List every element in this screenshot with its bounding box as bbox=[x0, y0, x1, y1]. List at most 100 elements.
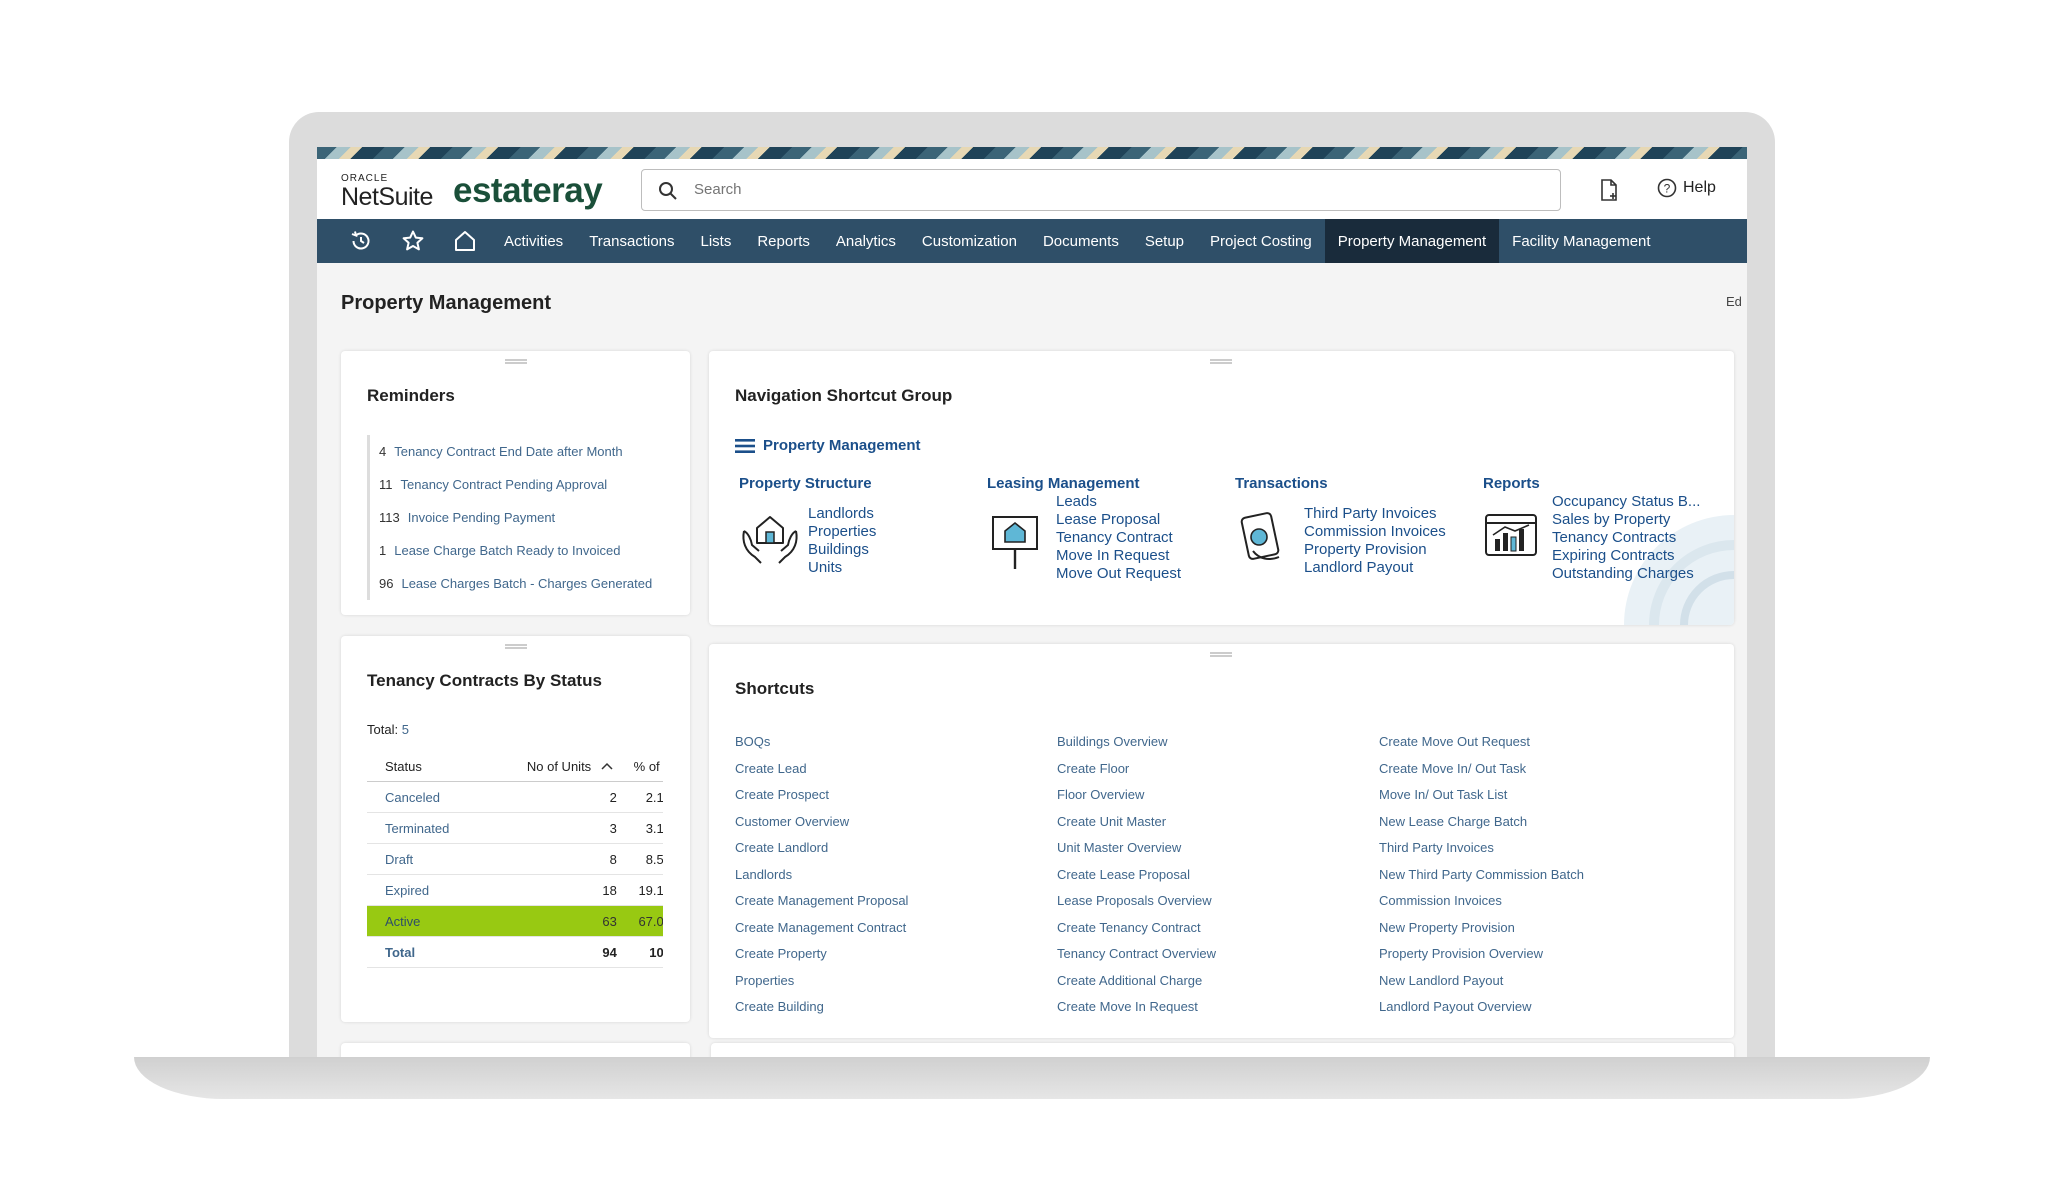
home-icon[interactable] bbox=[439, 219, 491, 263]
nsg-link[interactable]: Units bbox=[808, 559, 876, 577]
shortcut-link[interactable]: Create Unit Master bbox=[1057, 814, 1216, 841]
shortcut-link[interactable]: Customer Overview bbox=[735, 814, 908, 841]
shortcut-link[interactable]: Create Building bbox=[735, 999, 908, 1026]
nav-activities[interactable]: Activities bbox=[491, 219, 576, 263]
nsg-link[interactable]: Move In Request bbox=[1056, 547, 1181, 565]
nav-documents[interactable]: Documents bbox=[1030, 219, 1132, 263]
recent-records-icon[interactable] bbox=[335, 219, 387, 263]
table-row[interactable]: Canceled22.12 bbox=[367, 781, 663, 813]
nav-property-management[interactable]: Property Management bbox=[1324, 219, 1500, 263]
nsg-group-header[interactable]: Property Management bbox=[735, 437, 921, 454]
shortcut-link[interactable]: Create Management Proposal bbox=[735, 893, 908, 920]
nsg-link[interactable]: Sales by Property bbox=[1552, 511, 1700, 529]
shortcut-link[interactable]: Floor Overview bbox=[1057, 787, 1216, 814]
reminder-item[interactable]: 96 Lease Charges Batch - Charges Generate… bbox=[367, 567, 652, 600]
help-label: Help bbox=[1683, 179, 1716, 196]
table-row[interactable]: Draft88.51 bbox=[367, 843, 663, 875]
shortcut-link[interactable]: New Third Party Commission Batch bbox=[1379, 867, 1584, 894]
shortcuts-column-2: Buildings Overview Create Floor Floor Ov… bbox=[1057, 734, 1216, 1026]
drag-handle[interactable] bbox=[1210, 652, 1232, 657]
reminder-item[interactable]: 11 Tenancy Contract Pending Approval bbox=[367, 468, 652, 501]
shortcut-link[interactable]: Property Provision Overview bbox=[1379, 946, 1584, 973]
nsg-link[interactable]: Leads bbox=[1056, 493, 1181, 511]
shortcut-link[interactable]: Create Tenancy Contract bbox=[1057, 920, 1216, 947]
shortcut-link[interactable]: Create Lease Proposal bbox=[1057, 867, 1216, 894]
col-units[interactable]: No of Units bbox=[486, 751, 617, 782]
nsg-link[interactable]: Tenancy Contracts bbox=[1552, 529, 1700, 547]
shortcut-link[interactable]: Move In/ Out Task List bbox=[1379, 787, 1584, 814]
col-status[interactable]: Status bbox=[367, 751, 487, 782]
shortcut-link[interactable]: New Property Provision bbox=[1379, 920, 1584, 947]
nav-analytics[interactable]: Analytics bbox=[823, 219, 909, 263]
table-row-highlighted[interactable]: Active6367.02 bbox=[367, 905, 663, 937]
new-document-icon[interactable] bbox=[1599, 179, 1619, 201]
nsg-link[interactable]: Expiring Contracts bbox=[1552, 547, 1700, 565]
nav-transactions[interactable]: Transactions bbox=[576, 219, 687, 263]
estateray-logo[interactable]: estateray bbox=[453, 171, 603, 211]
col-percent[interactable]: % of T bbox=[616, 751, 663, 782]
netsuite-logo[interactable]: NetSuite bbox=[341, 183, 433, 212]
nav-setup[interactable]: Setup bbox=[1132, 219, 1197, 263]
shortcut-link[interactable]: Landlord Payout Overview bbox=[1379, 999, 1584, 1026]
shortcut-link[interactable]: Create Landlord bbox=[735, 840, 908, 867]
shortcut-link[interactable]: Create Move In/ Out Task bbox=[1379, 761, 1584, 788]
reminder-item[interactable]: 4 Tenancy Contract End Date after Month bbox=[367, 435, 652, 468]
reminder-item[interactable]: 1 Lease Charge Batch Ready to Invoiced bbox=[367, 534, 652, 567]
nsg-column-title[interactable]: Property Structure bbox=[739, 475, 872, 492]
shortcut-link[interactable]: Create Floor bbox=[1057, 761, 1216, 788]
shortcut-link[interactable]: Create Prospect bbox=[735, 787, 908, 814]
edit-layout-link[interactable]: Ed bbox=[1726, 294, 1742, 309]
shortcut-link[interactable]: New Landlord Payout bbox=[1379, 973, 1584, 1000]
tenancy-total: Total: 5 bbox=[367, 722, 409, 737]
help-button[interactable]: ? Help bbox=[1657, 178, 1716, 198]
nsg-link[interactable]: Third Party Invoices bbox=[1304, 505, 1446, 523]
laptop-base bbox=[134, 1057, 1930, 1099]
nsg-link[interactable]: Buildings bbox=[808, 541, 876, 559]
drag-handle[interactable] bbox=[505, 359, 527, 364]
drag-handle[interactable] bbox=[505, 644, 527, 649]
tenancy-total-value[interactable]: 5 bbox=[402, 722, 409, 737]
nav-customization[interactable]: Customization bbox=[909, 219, 1030, 263]
shortcut-link[interactable]: Create Property bbox=[735, 946, 908, 973]
nav-facility-management[interactable]: Facility Management bbox=[1499, 219, 1663, 263]
shortcut-link[interactable]: Unit Master Overview bbox=[1057, 840, 1216, 867]
tenancy-title: Tenancy Contracts By Status bbox=[367, 671, 602, 690]
nsg-link[interactable]: Landlord Payout bbox=[1304, 559, 1446, 577]
shortcut-link[interactable]: Commission Invoices bbox=[1379, 893, 1584, 920]
nsg-link[interactable]: Tenancy Contract bbox=[1056, 529, 1181, 547]
shortcut-link[interactable]: Landlords bbox=[735, 867, 908, 894]
nav-reports[interactable]: Reports bbox=[744, 219, 823, 263]
shortcut-link[interactable]: Lease Proposals Overview bbox=[1057, 893, 1216, 920]
shortcut-link[interactable]: Third Party Invoices bbox=[1379, 840, 1584, 867]
favorites-star-icon[interactable] bbox=[387, 219, 439, 263]
shortcut-link[interactable]: Create Additional Charge bbox=[1057, 973, 1216, 1000]
nsg-link[interactable]: Move Out Request bbox=[1056, 565, 1181, 583]
nsg-link[interactable]: Outstanding Charges bbox=[1552, 565, 1700, 583]
shortcut-link[interactable]: Create Lead bbox=[735, 761, 908, 788]
nav-lists[interactable]: Lists bbox=[688, 219, 745, 263]
nsg-column-title[interactable]: Transactions bbox=[1235, 475, 1328, 492]
shortcut-link[interactable]: Properties bbox=[735, 973, 908, 1000]
shortcut-link[interactable]: Create Move In Request bbox=[1057, 999, 1216, 1026]
nsg-column-title[interactable]: Reports bbox=[1483, 475, 1540, 492]
nsg-link[interactable]: Properties bbox=[808, 523, 876, 541]
global-search[interactable] bbox=[641, 169, 1561, 211]
shortcut-link[interactable]: Buildings Overview bbox=[1057, 734, 1216, 761]
nsg-link[interactable]: Commission Invoices bbox=[1304, 523, 1446, 541]
shortcut-link[interactable]: New Lease Charge Batch bbox=[1379, 814, 1584, 841]
table-row[interactable]: Terminated33.19 bbox=[367, 812, 663, 844]
search-input[interactable] bbox=[692, 180, 1516, 199]
drag-handle[interactable] bbox=[1210, 359, 1232, 364]
nav-project-costing[interactable]: Project Costing bbox=[1197, 219, 1325, 263]
shortcut-link[interactable]: Create Management Contract bbox=[735, 920, 908, 947]
nsg-link[interactable]: Occupancy Status B... bbox=[1552, 493, 1700, 511]
nsg-link[interactable]: Lease Proposal bbox=[1056, 511, 1181, 529]
shortcut-link[interactable]: BOQs bbox=[735, 734, 908, 761]
nsg-link[interactable]: Property Provision bbox=[1304, 541, 1446, 559]
table-row[interactable]: Expired1819.14 bbox=[367, 874, 663, 906]
nsg-column-title[interactable]: Leasing Management bbox=[987, 475, 1140, 492]
nsg-link[interactable]: Landlords bbox=[808, 505, 876, 523]
shortcut-link[interactable]: Tenancy Contract Overview bbox=[1057, 946, 1216, 973]
reminder-item[interactable]: 113 Invoice Pending Payment bbox=[367, 501, 652, 534]
shortcut-link[interactable]: Create Move Out Request bbox=[1379, 734, 1584, 761]
